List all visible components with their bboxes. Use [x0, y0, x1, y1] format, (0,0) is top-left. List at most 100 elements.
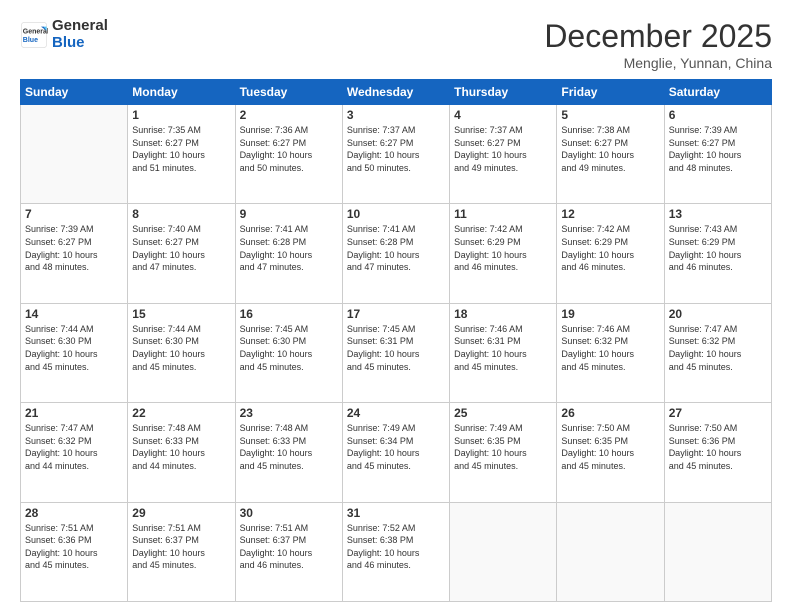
- day-number: 8: [132, 207, 230, 221]
- calendar-cell: 15 Sunrise: 7:44 AMSunset: 6:30 PMDayligh…: [128, 303, 235, 402]
- day-header-monday: Monday: [128, 80, 235, 105]
- day-number: 29: [132, 506, 230, 520]
- day-info: Sunrise: 7:47 AMSunset: 6:32 PMDaylight:…: [25, 422, 123, 472]
- day-number: 23: [240, 406, 338, 420]
- calendar-cell: [21, 105, 128, 204]
- svg-text:Blue: Blue: [23, 37, 38, 44]
- calendar-week-4: 28 Sunrise: 7:51 AMSunset: 6:36 PMDayligh…: [21, 502, 772, 601]
- day-info: Sunrise: 7:38 AMSunset: 6:27 PMDaylight:…: [561, 124, 659, 174]
- day-number: 9: [240, 207, 338, 221]
- calendar-week-3: 21Sunrise: 7:47 AMSunset: 6:32 PMDayligh…: [21, 403, 772, 502]
- calendar-cell: 3Sunrise: 7:37 AMSunset: 6:27 PMDaylight…: [342, 105, 449, 204]
- calendar-cell: 14 Sunrise: 7:44 AMSunset: 6:30 PMDayligh…: [21, 303, 128, 402]
- day-header-wednesday: Wednesday: [342, 80, 449, 105]
- calendar-cell: 16 Sunrise: 7:45 AMSunset: 6:30 PMDayligh…: [235, 303, 342, 402]
- day-info: Sunrise: 7:50 AMSunset: 6:35 PMDaylight:…: [561, 422, 659, 472]
- day-info: Sunrise: 7:49 AMSunset: 6:35 PMDaylight:…: [454, 422, 552, 472]
- day-info: Sunrise: 7:45 AMSunset: 6:30 PMDaylight:…: [240, 323, 338, 373]
- day-info: Sunrise: 7:41 AMSunset: 6:28 PMDaylight:…: [347, 223, 445, 273]
- day-number: 31: [347, 506, 445, 520]
- day-info: Sunrise: 7:51 AMSunset: 6:37 PMDaylight:…: [240, 522, 338, 572]
- svg-text:General: General: [23, 28, 48, 35]
- calendar-cell: 22 Sunrise: 7:48 AMSunset: 6:33 PMDayligh…: [128, 403, 235, 502]
- day-info: Sunrise: 7:45 AMSunset: 6:31 PMDaylight:…: [347, 323, 445, 373]
- day-number: 12: [561, 207, 659, 221]
- day-number: 30: [240, 506, 338, 520]
- day-number: 13: [669, 207, 767, 221]
- calendar-cell: 13 Sunrise: 7:43 AMSunset: 6:29 PMDayligh…: [664, 204, 771, 303]
- day-header-tuesday: Tuesday: [235, 80, 342, 105]
- day-info: Sunrise: 7:47 AMSunset: 6:32 PMDaylight:…: [669, 323, 767, 373]
- day-header-sunday: Sunday: [21, 80, 128, 105]
- calendar-cell: 28 Sunrise: 7:51 AMSunset: 6:36 PMDayligh…: [21, 502, 128, 601]
- calendar-cell: 31Sunrise: 7:52 AMSunset: 6:38 PMDayligh…: [342, 502, 449, 601]
- day-info: Sunrise: 7:35 AMSunset: 6:27 PMDaylight:…: [132, 124, 230, 174]
- day-header-thursday: Thursday: [450, 80, 557, 105]
- day-info: Sunrise: 7:46 AMSunset: 6:32 PMDaylight:…: [561, 323, 659, 373]
- day-info: Sunrise: 7:37 AMSunset: 6:27 PMDaylight:…: [347, 124, 445, 174]
- day-number: 26: [561, 406, 659, 420]
- day-info: Sunrise: 7:40 AMSunset: 6:27 PMDaylight:…: [132, 223, 230, 273]
- calendar-week-0: 1Sunrise: 7:35 AMSunset: 6:27 PMDaylight…: [21, 105, 772, 204]
- day-number: 6: [669, 108, 767, 122]
- calendar-week-2: 14 Sunrise: 7:44 AMSunset: 6:30 PMDayligh…: [21, 303, 772, 402]
- day-info: Sunrise: 7:44 AMSunset: 6:30 PMDaylight:…: [25, 323, 123, 373]
- day-number: 27: [669, 406, 767, 420]
- day-info: Sunrise: 7:46 AMSunset: 6:31 PMDaylight:…: [454, 323, 552, 373]
- calendar-cell: 7 Sunrise: 7:39 AMSunset: 6:27 PMDaylight…: [21, 204, 128, 303]
- logo-blue-text: Blue: [52, 35, 108, 52]
- calendar-cell: 2 Sunrise: 7:36 AMSunset: 6:27 PMDaylight…: [235, 105, 342, 204]
- logo-icon: General Blue: [20, 21, 48, 49]
- calendar-cell: [557, 502, 664, 601]
- calendar-cell: 17Sunrise: 7:45 AMSunset: 6:31 PMDayligh…: [342, 303, 449, 402]
- calendar-cell: 29Sunrise: 7:51 AMSunset: 6:37 PMDayligh…: [128, 502, 235, 601]
- day-info: Sunrise: 7:39 AMSunset: 6:27 PMDaylight:…: [25, 223, 123, 273]
- day-number: 10: [347, 207, 445, 221]
- day-info: Sunrise: 7:48 AMSunset: 6:33 PMDaylight:…: [132, 422, 230, 472]
- calendar-cell: 4Sunrise: 7:37 AMSunset: 6:27 PMDaylight…: [450, 105, 557, 204]
- day-info: Sunrise: 7:41 AMSunset: 6:28 PMDaylight:…: [240, 223, 338, 273]
- calendar: SundayMondayTuesdayWednesdayThursdayFrid…: [20, 79, 772, 602]
- day-number: 11: [454, 207, 552, 221]
- day-header-friday: Friday: [557, 80, 664, 105]
- calendar-cell: 23Sunrise: 7:48 AMSunset: 6:33 PMDayligh…: [235, 403, 342, 502]
- day-number: 19: [561, 307, 659, 321]
- calendar-cell: 8 Sunrise: 7:40 AMSunset: 6:27 PMDaylight…: [128, 204, 235, 303]
- calendar-week-1: 7 Sunrise: 7:39 AMSunset: 6:27 PMDaylight…: [21, 204, 772, 303]
- calendar-cell: 1Sunrise: 7:35 AMSunset: 6:27 PMDaylight…: [128, 105, 235, 204]
- day-number: 14: [25, 307, 123, 321]
- location: Menglie, Yunnan, China: [544, 55, 772, 71]
- day-number: 16: [240, 307, 338, 321]
- day-number: 4: [454, 108, 552, 122]
- calendar-header-row: SundayMondayTuesdayWednesdayThursdayFrid…: [21, 80, 772, 105]
- title-block: December 2025 Menglie, Yunnan, China: [544, 18, 772, 71]
- calendar-cell: 9 Sunrise: 7:41 AMSunset: 6:28 PMDaylight…: [235, 204, 342, 303]
- day-number: 7: [25, 207, 123, 221]
- day-info: Sunrise: 7:50 AMSunset: 6:36 PMDaylight:…: [669, 422, 767, 472]
- day-info: Sunrise: 7:44 AMSunset: 6:30 PMDaylight:…: [132, 323, 230, 373]
- day-number: 22: [132, 406, 230, 420]
- calendar-cell: 11 Sunrise: 7:42 AMSunset: 6:29 PMDayligh…: [450, 204, 557, 303]
- day-number: 18: [454, 307, 552, 321]
- logo-general-text: General: [52, 18, 108, 35]
- day-info: Sunrise: 7:42 AMSunset: 6:29 PMDaylight:…: [454, 223, 552, 273]
- calendar-cell: 12 Sunrise: 7:42 AMSunset: 6:29 PMDayligh…: [557, 204, 664, 303]
- day-info: Sunrise: 7:51 AMSunset: 6:36 PMDaylight:…: [25, 522, 123, 572]
- page: General Blue General Blue December 2025 …: [0, 0, 792, 612]
- day-number: 5: [561, 108, 659, 122]
- day-number: 28: [25, 506, 123, 520]
- logo-text: General Blue: [52, 18, 108, 51]
- month-title: December 2025: [544, 18, 772, 55]
- day-number: 15: [132, 307, 230, 321]
- day-info: Sunrise: 7:36 AMSunset: 6:27 PMDaylight:…: [240, 124, 338, 174]
- logo: General Blue General Blue: [20, 18, 108, 51]
- day-info: Sunrise: 7:43 AMSunset: 6:29 PMDaylight:…: [669, 223, 767, 273]
- header: General Blue General Blue December 2025 …: [20, 18, 772, 71]
- day-info: Sunrise: 7:42 AMSunset: 6:29 PMDaylight:…: [561, 223, 659, 273]
- calendar-cell: 19 Sunrise: 7:46 AMSunset: 6:32 PMDayligh…: [557, 303, 664, 402]
- calendar-cell: 18 Sunrise: 7:46 AMSunset: 6:31 PMDayligh…: [450, 303, 557, 402]
- day-info: Sunrise: 7:49 AMSunset: 6:34 PMDaylight:…: [347, 422, 445, 472]
- calendar-cell: 26 Sunrise: 7:50 AMSunset: 6:35 PMDayligh…: [557, 403, 664, 502]
- day-number: 2: [240, 108, 338, 122]
- calendar-cell: 25Sunrise: 7:49 AMSunset: 6:35 PMDayligh…: [450, 403, 557, 502]
